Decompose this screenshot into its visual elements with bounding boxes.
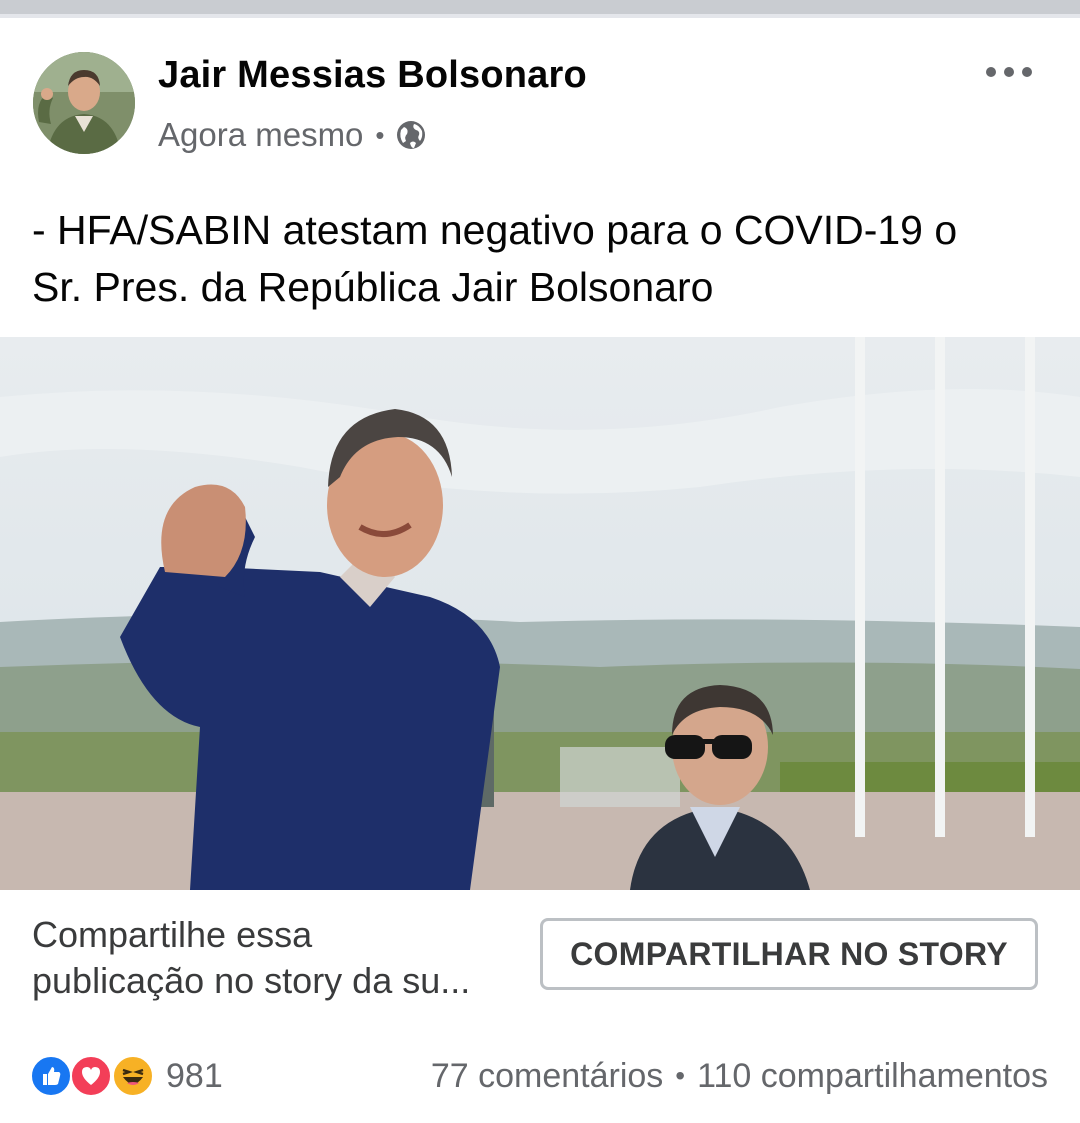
engagement-stats: 77 comentários • 110 compartilhamentos <box>431 1054 1048 1098</box>
post-meta: Agora mesmo • <box>158 116 427 154</box>
post-text-line-2: Sr. Pres. da República Jair Bolsonaro <box>32 264 714 310</box>
reactions-summary[interactable]: 981 <box>30 1054 223 1098</box>
globe-icon <box>395 119 427 151</box>
feed-separator-bar <box>0 0 1080 18</box>
post-author-name[interactable]: Jair Messias Bolsonaro <box>158 54 587 97</box>
like-icon <box>30 1055 72 1097</box>
love-icon <box>70 1055 112 1097</box>
share-prompt-line-2: publicação no story da su... <box>32 960 471 1001</box>
post-text: - HFA/SABIN atestam negativo para o COVI… <box>32 202 1062 316</box>
post-timestamp[interactable]: Agora mesmo <box>158 116 363 154</box>
share-prompt-line-1: Compartilhe essa <box>32 914 313 955</box>
more-options-icon[interactable] <box>986 66 1032 78</box>
stats-separator: • <box>675 1060 686 1091</box>
haha-icon <box>112 1055 154 1097</box>
author-avatar[interactable] <box>33 52 135 154</box>
post-photo[interactable] <box>0 337 1080 890</box>
post-text-line-1: - HFA/SABIN atestam negativo para o COVI… <box>32 207 958 253</box>
comments-count-link[interactable]: 77 comentários <box>431 1057 663 1096</box>
share-to-story-prompt: Compartilhe essa publicação no story da … <box>32 912 532 1004</box>
reaction-count: 981 <box>166 1056 223 1095</box>
meta-separator: • <box>375 119 385 150</box>
shares-count-link[interactable]: 110 compartilhamentos <box>697 1057 1048 1096</box>
share-to-story-button[interactable]: COMPARTILHAR NO STORY <box>540 918 1038 990</box>
